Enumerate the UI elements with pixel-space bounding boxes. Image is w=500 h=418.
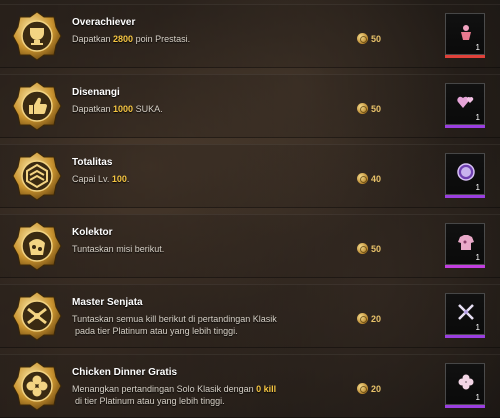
achievement-title: Chicken Dinner Gratis bbox=[72, 367, 178, 378]
rarity-bar bbox=[445, 335, 485, 338]
achievement-title: Master Senjata bbox=[72, 297, 143, 308]
trophy-badge-icon bbox=[10, 9, 64, 63]
rarity-bar bbox=[445, 405, 485, 408]
achievement-description: Dapatkan 1000 SUKA. bbox=[72, 104, 163, 114]
rarity-bar bbox=[445, 55, 485, 58]
coin-icon bbox=[357, 173, 368, 184]
achievement-row-kolektor[interactable]: Kolektor Tuntaskan misi berikut. 50 1 bbox=[0, 214, 500, 278]
rarity-bar bbox=[445, 125, 485, 128]
reward-quantity: 1 bbox=[475, 323, 480, 332]
reward-quantity: 1 bbox=[475, 253, 480, 262]
achievement-title: Overachiever bbox=[72, 17, 136, 28]
reward-quantity: 1 bbox=[475, 113, 480, 122]
achievement-description: Tuntaskan semua kill berikut di pertandi… bbox=[72, 314, 277, 336]
clover-icon bbox=[456, 372, 476, 392]
coin-icon bbox=[357, 243, 368, 254]
achievement-description: Tuntaskan misi berikut. bbox=[72, 244, 165, 254]
achievement-row-overachiever[interactable]: Overachiever Dapatkan 2800 poin Prestasi… bbox=[0, 4, 500, 68]
achievement-title: Kolektor bbox=[72, 227, 113, 238]
reward-quantity: 1 bbox=[475, 183, 480, 192]
reward-item[interactable]: 1 bbox=[445, 153, 485, 198]
achievement-row-chicken-dinner-gratis[interactable]: Chicken Dinner Gratis Menangkan pertandi… bbox=[0, 354, 500, 418]
achievement-title: Disenangi bbox=[72, 87, 120, 98]
crossed-swords-icon bbox=[456, 302, 476, 322]
chevrons-badge-icon bbox=[10, 149, 64, 203]
achievement-title: Totalitas bbox=[72, 157, 113, 168]
achievement-row-disenangi[interactable]: Disenangi Dapatkan 1000 SUKA. 50 1 bbox=[0, 74, 500, 138]
hearts-icon bbox=[456, 92, 476, 112]
reward-quantity: 1 bbox=[475, 393, 480, 402]
outfit-icon bbox=[456, 232, 476, 252]
achievement-description: Capai Lv. 100. bbox=[72, 174, 130, 184]
rarity-bar bbox=[445, 195, 485, 198]
coin-icon bbox=[357, 33, 368, 44]
clover-badge-icon bbox=[10, 359, 64, 413]
reward-item[interactable]: 1 bbox=[445, 223, 485, 268]
reward-item[interactable]: 1 bbox=[445, 293, 485, 338]
outfit-icon bbox=[456, 22, 476, 42]
coin-icon bbox=[357, 103, 368, 114]
bag-badge-icon bbox=[10, 219, 64, 273]
achievement-points: 40 bbox=[357, 173, 381, 184]
achievement-points: 50 bbox=[357, 103, 381, 114]
rarity-bar bbox=[445, 265, 485, 268]
reward-item[interactable]: 1 bbox=[445, 363, 485, 408]
thumbs-up-badge-icon bbox=[10, 79, 64, 133]
achievement-row-totalitas[interactable]: Totalitas Capai Lv. 100. 40 1 bbox=[0, 144, 500, 208]
achievement-points: 20 bbox=[357, 313, 381, 324]
achievement-points: 50 bbox=[357, 243, 381, 254]
reward-item[interactable]: 1 bbox=[445, 13, 485, 58]
coin-icon bbox=[357, 383, 368, 394]
achievement-row-master-senjata[interactable]: Master Senjata Tuntaskan semua kill beri… bbox=[0, 284, 500, 348]
achievement-description: Menangkan pertandingan Solo Klasik denga… bbox=[72, 384, 277, 406]
achievement-description: Dapatkan 2800 poin Prestasi. bbox=[72, 34, 191, 44]
coin-icon bbox=[357, 313, 368, 324]
reward-quantity: 1 bbox=[475, 43, 480, 52]
achievement-points: 20 bbox=[357, 383, 381, 394]
achievement-points: 50 bbox=[357, 33, 381, 44]
crossed-guns-badge-icon bbox=[10, 289, 64, 343]
level-100-badge-icon bbox=[456, 162, 476, 182]
reward-item[interactable]: 1 bbox=[445, 83, 485, 128]
